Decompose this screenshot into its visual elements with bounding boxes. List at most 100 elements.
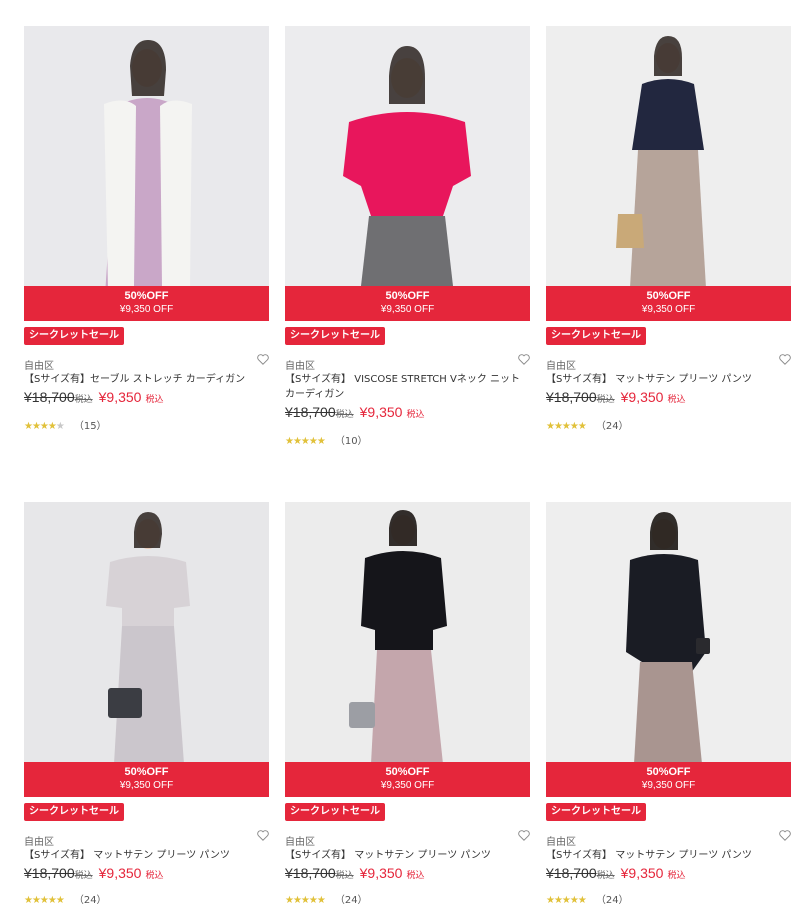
secret-sale-badge: シークレットセール — [285, 327, 385, 345]
discount-banner: 50%OFF ¥9,350 OFF — [24, 762, 269, 797]
rating-row: ★★★★★ （15） — [24, 417, 107, 432]
model-illustration — [546, 502, 791, 797]
original-price: ¥18,700 — [285, 865, 336, 881]
product-name[interactable]: 【Sサイズ有】 マットサテン プリーツ パンツ — [546, 372, 786, 387]
secret-sale-badge: シークレットセール — [24, 327, 124, 345]
brand-name: 自由区 — [546, 837, 576, 848]
product-card[interactable]: 50%OFF ¥9,350 OFF シークレットセール 自由区 【Sサイズ有】 … — [546, 26, 791, 432]
discount-percent: 50%OFF — [646, 766, 691, 778]
review-count: （15） — [73, 421, 107, 432]
secret-sale-badge: シークレットセール — [546, 803, 646, 821]
stars-on: ★★★★★ — [546, 895, 587, 906]
product-card[interactable]: 50%OFF ¥9,350 OFF シークレットセール 自由区 【Sサイズ有】 … — [24, 502, 269, 906]
model-illustration — [24, 26, 269, 321]
discount-amount: ¥9,350 OFF — [119, 304, 174, 315]
rating-stars: ★★★★★ — [285, 436, 326, 447]
price-row: ¥18,700税込 ¥9,350 税込 — [24, 865, 163, 881]
price-row: ¥18,700税込 ¥9,350 税込 — [24, 389, 163, 405]
product-card[interactable]: 50%OFF ¥9,350 OFF シークレットセール 自由区 【Sサイズ有】 … — [546, 502, 791, 906]
rating-stars: ★★★★★ — [546, 895, 587, 906]
discount-banner: 50%OFF ¥9,350 OFF — [546, 286, 791, 321]
original-price: ¥18,700 — [24, 389, 75, 405]
sale-price: ¥9,350 — [359, 865, 403, 881]
product-card[interactable]: 50%OFF ¥9,350 OFF シークレットセール 自由区 【Sサイズ有】 … — [285, 502, 530, 906]
original-price: ¥18,700 — [285, 404, 336, 420]
original-price: ¥18,700 — [24, 865, 75, 881]
brand-name: 自由区 — [24, 837, 54, 848]
stars-on: ★★★★★ — [24, 895, 65, 906]
product-name[interactable]: 【Sサイズ有】 VISCOSE STRETCH Vネック ニット カーディガン — [285, 372, 525, 402]
product-name[interactable]: 【Sサイズ有】 マットサテン プリーツ パンツ — [546, 848, 786, 863]
sale-tax-label: 税込 — [406, 410, 425, 420]
price-row: ¥18,700税込 ¥9,350 税込 — [546, 865, 685, 881]
rating-stars: ★★★★★ — [24, 895, 65, 906]
heart-icon[interactable] — [517, 352, 531, 366]
price-row: ¥18,700税込 ¥9,350 税込 — [546, 389, 685, 405]
original-tax-label: 税込 — [596, 395, 615, 405]
brand-name: 自由区 — [24, 361, 54, 372]
sale-tax-label: 税込 — [667, 871, 686, 881]
sale-price: ¥9,350 — [620, 389, 664, 405]
model-illustration — [24, 502, 269, 797]
product-card[interactable]: 50%OFF ¥9,350 OFF シークレットセール 自由区 【Sサイズ有】セ… — [24, 26, 269, 432]
rating-stars: ★★★★★ — [285, 895, 326, 906]
heart-icon[interactable] — [778, 352, 792, 366]
discount-banner: 50%OFF ¥9,350 OFF — [24, 286, 269, 321]
price-row: ¥18,700税込 ¥9,350 税込 — [285, 404, 424, 420]
secret-sale-badge: シークレットセール — [546, 327, 646, 345]
rating-row: ★★★★★ （10） — [285, 432, 368, 447]
stars-on: ★★★★★ — [285, 895, 326, 906]
discount-banner: 50%OFF ¥9,350 OFF — [285, 762, 530, 797]
sale-price: ¥9,350 — [620, 865, 664, 881]
discount-amount: ¥9,350 OFF — [380, 780, 435, 791]
sale-price: ¥9,350 — [359, 404, 403, 420]
review-count: （24） — [595, 895, 629, 906]
original-tax-label: 税込 — [74, 871, 93, 881]
product-name[interactable]: 【Sサイズ有】 マットサテン プリーツ パンツ — [24, 848, 264, 863]
original-tax-label: 税込 — [596, 871, 615, 881]
product-card[interactable]: 50%OFF ¥9,350 OFF シークレットセール 自由区 【Sサイズ有】 … — [285, 26, 530, 447]
rating-row: ★★★★★ （24） — [285, 891, 368, 906]
product-photo[interactable]: 50%OFF ¥9,350 OFF — [285, 26, 530, 321]
review-count: （24） — [73, 895, 107, 906]
rating-row: ★★★★★ （24） — [24, 891, 107, 906]
rating-row: ★★★★★ （24） — [546, 891, 629, 906]
discount-banner: 50%OFF ¥9,350 OFF — [546, 762, 791, 797]
product-grid: 50%OFF ¥9,350 OFF シークレットセール 自由区 【Sサイズ有】セ… — [0, 0, 806, 922]
sale-price: ¥9,350 — [98, 389, 142, 405]
product-photo[interactable]: 50%OFF ¥9,350 OFF — [24, 26, 269, 321]
discount-percent: 50%OFF — [385, 766, 430, 778]
brand-name: 自由区 — [546, 361, 576, 372]
product-photo[interactable]: 50%OFF ¥9,350 OFF — [24, 502, 269, 797]
original-tax-label: 税込 — [335, 871, 354, 881]
brand-name: 自由区 — [285, 361, 315, 372]
original-tax-label: 税込 — [74, 395, 93, 405]
sale-tax-label: 税込 — [406, 871, 425, 881]
secret-sale-badge: シークレットセール — [24, 803, 124, 821]
sale-tax-label: 税込 — [145, 395, 164, 405]
model-illustration — [546, 26, 791, 321]
stars-on: ★★★★★ — [285, 436, 326, 447]
rating-stars: ★★★★★ — [24, 421, 65, 432]
product-name[interactable]: 【Sサイズ有】 マットサテン プリーツ パンツ — [285, 848, 525, 863]
product-photo[interactable]: 50%OFF ¥9,350 OFF — [546, 502, 791, 797]
product-name[interactable]: 【Sサイズ有】セーブル ストレッチ カーディガン — [24, 372, 264, 387]
stars-on: ★★★★★ — [546, 421, 587, 432]
discount-percent: 50%OFF — [124, 766, 169, 778]
product-photo[interactable]: 50%OFF ¥9,350 OFF — [285, 502, 530, 797]
discount-amount: ¥9,350 OFF — [380, 304, 435, 315]
original-price: ¥18,700 — [546, 389, 597, 405]
review-count: （24） — [595, 421, 629, 432]
product-photo[interactable]: 50%OFF ¥9,350 OFF — [546, 26, 791, 321]
heart-icon[interactable] — [256, 352, 270, 366]
secret-sale-badge: シークレットセール — [285, 803, 385, 821]
discount-amount: ¥9,350 OFF — [119, 780, 174, 791]
stars-off: ★ — [55, 421, 65, 432]
model-illustration — [285, 26, 530, 321]
heart-icon[interactable] — [517, 828, 531, 842]
stars-on: ★★★★ — [24, 421, 57, 432]
original-price: ¥18,700 — [546, 865, 597, 881]
heart-icon[interactable] — [778, 828, 792, 842]
heart-icon[interactable] — [256, 828, 270, 842]
discount-percent: 50%OFF — [385, 290, 430, 302]
